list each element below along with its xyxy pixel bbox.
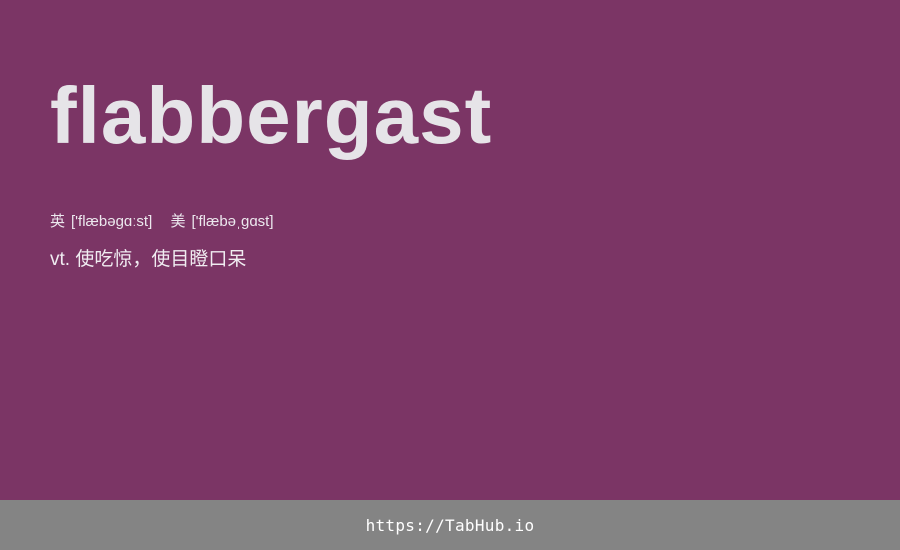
phonetic-american-ipa: ['flæbəˌɡɑst] (191, 213, 274, 230)
word-card: flabbergast 英 ['flæbəgɑːst] 美 ['flæbəˌɡɑst… (50, 0, 850, 500)
phonetic-british-ipa: ['flæbəgɑːst] (71, 213, 153, 230)
tabhub-link[interactable]: https://TabHub.io (366, 516, 535, 535)
phonetic-american: 美 ['flæbəˌɡɑst] (170, 212, 273, 232)
phonetic-british: 英 ['flæbəgɑːst] (50, 212, 152, 232)
definition-text: vt. 使吃惊，使目瞪口呆 (50, 249, 247, 270)
phonetic-american-label: 美 (170, 213, 186, 230)
footer-bar: https://TabHub.io (0, 500, 900, 550)
headword: flabbergast (50, 71, 493, 160)
phonetic-british-label: 英 (50, 213, 66, 230)
pronunciation-row: 英 ['flæbəgɑːst] 美 ['flæbəˌɡɑst] (50, 212, 274, 232)
